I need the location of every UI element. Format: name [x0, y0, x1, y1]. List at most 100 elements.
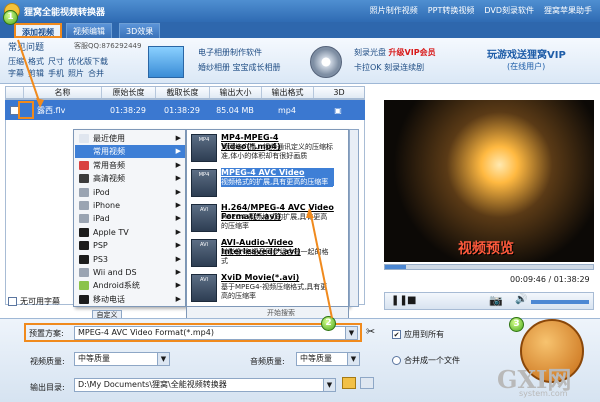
- vip-banner[interactable]: 玩游戏送狸窝VIP: [487, 46, 566, 61]
- subtitle-label: 无可用字幕: [20, 297, 60, 306]
- link-photo-video[interactable]: 照片制作视频: [370, 5, 418, 16]
- tab-add-video[interactable]: 添加视频: [14, 23, 62, 38]
- format-desc: 为网络广播、视频通讯定义的压缩标准,体小的体积却有很好画质: [221, 143, 333, 160]
- video-quality-value: 中等质量: [78, 354, 110, 363]
- promo-album[interactable]: 电子相册制作软件 婚纱相册 宝宝成长相册: [198, 47, 281, 73]
- tab-3d-effect[interactable]: 3D效果: [119, 23, 161, 38]
- category-menu-item[interactable]: PS3 ▶: [75, 253, 185, 266]
- photo-album-icon[interactable]: [148, 46, 184, 78]
- subtitle-icon: [8, 297, 17, 306]
- category-menu-item[interactable]: Android系统 ▶: [75, 279, 185, 292]
- faq-compress[interactable]: 压缩: [8, 56, 24, 67]
- header-3d[interactable]: 3D: [314, 87, 364, 98]
- category-menu-item[interactable]: iPad ▶: [75, 212, 185, 225]
- pause-icon[interactable]: ❚❚: [391, 295, 408, 306]
- category-menu-item[interactable]: PSP ▶: [75, 239, 185, 252]
- chevron-right-icon: ▶: [175, 254, 181, 263]
- apply-all-checkbox[interactable]: ✔: [392, 330, 401, 339]
- category-icon: [79, 160, 89, 170]
- volume-icon[interactable]: 🔊: [515, 294, 527, 305]
- format-option[interactable]: MP4MPEG-4 AVC Video Format(*.mp4)视频格式的扩展…: [189, 167, 334, 201]
- format-option[interactable]: AVI AVI-Audio-Video Interleaved(*.avi) 对影像…: [189, 237, 334, 271]
- header-name[interactable]: 名称: [24, 87, 102, 98]
- faq-photo[interactable]: 照片: [68, 68, 84, 79]
- faq-merge[interactable]: 合并: [88, 68, 104, 79]
- chevron-right-icon: ▶: [175, 174, 181, 183]
- header-orig-len[interactable]: 原始长度: [102, 87, 156, 98]
- format-badge-text: MP4: [198, 172, 210, 178]
- open-folder-icon[interactable]: [360, 377, 374, 389]
- link-apple-helper[interactable]: 狸窝苹果助手: [544, 5, 592, 16]
- promo-album-wedding[interactable]: 婚纱相册: [198, 63, 230, 72]
- format-option[interactable]: AVI XviD Movie(*.avi) 基于MPEG4-视频压缩格式,具有更高的…: [189, 272, 334, 306]
- category-menu-item[interactable]: 高清视频 ▶: [75, 172, 185, 185]
- category-menu-item[interactable]: 最近使用 ▶: [75, 132, 185, 145]
- category-menu-item[interactable]: iPod ▶: [75, 186, 185, 199]
- category-icon: [79, 268, 89, 277]
- faq-row-2: 字幕 剪辑 手机 照片 合并: [8, 68, 104, 79]
- link-ppt-video[interactable]: PPT转换视频: [428, 5, 475, 16]
- faq-clip[interactable]: 剪辑: [28, 68, 44, 79]
- chevron-right-icon: ▶: [175, 160, 181, 169]
- format-option[interactable]: AVI H.264/MPEG-4 AVC Video Format(*.avi) M…: [189, 202, 334, 236]
- promo-burn[interactable]: 刻录光盘 升级VIP会员 卡拉OK 刻录连续剧: [354, 47, 436, 73]
- tab-video-edit[interactable]: 视频编辑: [66, 23, 112, 38]
- faq-format[interactable]: 格式: [28, 56, 44, 67]
- snapshot-icon[interactable]: 📷: [489, 294, 503, 307]
- header-out-fmt[interactable]: 输出格式: [262, 87, 314, 98]
- promo-series[interactable]: 刻录连续剧: [384, 63, 424, 72]
- row-name: 露西.flv: [37, 105, 66, 115]
- audio-quality-select[interactable]: 中等质量 ▼: [296, 352, 360, 366]
- header-out-size[interactable]: 输出大小: [210, 87, 262, 98]
- step-marker-2: 2: [321, 316, 336, 331]
- output-path-field[interactable]: D:\My Documents\狸窝\全能视频转换器 ▼: [74, 378, 336, 392]
- subtitle-select[interactable]: 无可用字幕: [8, 296, 60, 307]
- faq-size[interactable]: 尺寸: [48, 56, 64, 67]
- promo-album-line1: 电子相册制作软件: [198, 48, 262, 57]
- promo-karaoke[interactable]: 卡拉OK: [354, 63, 382, 72]
- chevron-right-icon: ▶: [175, 294, 181, 303]
- header-check: [6, 87, 24, 98]
- category-menu-item[interactable]: 移动电话 ▶: [75, 293, 185, 306]
- faq-subtitle[interactable]: 字幕: [8, 68, 24, 79]
- service-qq: 客服QQ:876292449: [74, 42, 142, 50]
- chevron-down-icon[interactable]: ▼: [157, 353, 169, 365]
- volume-slider[interactable]: [531, 300, 589, 304]
- folder-icon[interactable]: [342, 377, 356, 389]
- promo-burn-disc[interactable]: 刻录光盘: [354, 48, 386, 57]
- format-option[interactable]: MP4 MP4-MPEG-4 Video(*.mp4) 为网络广播、视频通讯定义的压…: [189, 132, 334, 166]
- category-menu-item[interactable]: 常用音频 ▶: [75, 159, 185, 172]
- preset-select[interactable]: MPEG-4 AVC Video Format(*.mp4) ▼: [74, 326, 358, 340]
- submenu-scrollbar[interactable]: [349, 129, 359, 307]
- header-cut-len[interactable]: 截取长度: [156, 87, 210, 98]
- faq-phone[interactable]: 手机: [48, 68, 64, 79]
- category-menu-item[interactable]: iPhone ▶: [75, 199, 185, 212]
- disc-icon[interactable]: [310, 46, 342, 78]
- category-menu-item[interactable]: Apple TV ▶: [75, 226, 185, 239]
- apply-all[interactable]: ✔ 应用到所有: [392, 329, 444, 340]
- submenu-search[interactable]: 开始搜索: [267, 308, 295, 318]
- preview-caption: 视频预览: [458, 241, 514, 257]
- video-quality-select[interactable]: 中等质量 ▼: [74, 352, 170, 366]
- chevron-right-icon: ▶: [175, 268, 181, 276]
- row-3d-icon[interactable]: ▣: [313, 106, 363, 115]
- category-menu-item[interactable]: 常用视频 ▶: [75, 145, 185, 159]
- chevron-down-icon[interactable]: ▼: [345, 327, 357, 339]
- promo-vip[interactable]: 升级VIP会员: [389, 48, 436, 57]
- merge-option[interactable]: 合并成一个文件: [392, 355, 460, 366]
- faq-optimize[interactable]: 优化版下载: [68, 56, 108, 67]
- merge-radio[interactable]: [392, 356, 401, 365]
- preview-progress[interactable]: [384, 264, 594, 270]
- table-row[interactable]: ✔ 露西.flv 01:38:29 01:38:29 85.04 MB mp4 …: [5, 100, 365, 120]
- category-menu-item[interactable]: Wii and DS ▶: [75, 266, 185, 279]
- chevron-right-icon: ▶: [175, 227, 181, 236]
- preview-time: 00:09:46 / 01:38:29: [510, 275, 590, 284]
- chevron-down-icon[interactable]: ▼: [347, 353, 359, 365]
- link-dvd[interactable]: DVD刻录软件: [484, 5, 534, 16]
- chevron-down-icon[interactable]: ▼: [323, 379, 335, 391]
- promo-album-baby[interactable]: 宝宝成长相册: [233, 63, 281, 72]
- faq-heading[interactable]: 常见问题: [8, 40, 44, 53]
- category-label: 常用视频: [93, 147, 125, 157]
- settings-icon[interactable]: ✂: [366, 325, 375, 338]
- stop-icon[interactable]: ■: [407, 295, 416, 306]
